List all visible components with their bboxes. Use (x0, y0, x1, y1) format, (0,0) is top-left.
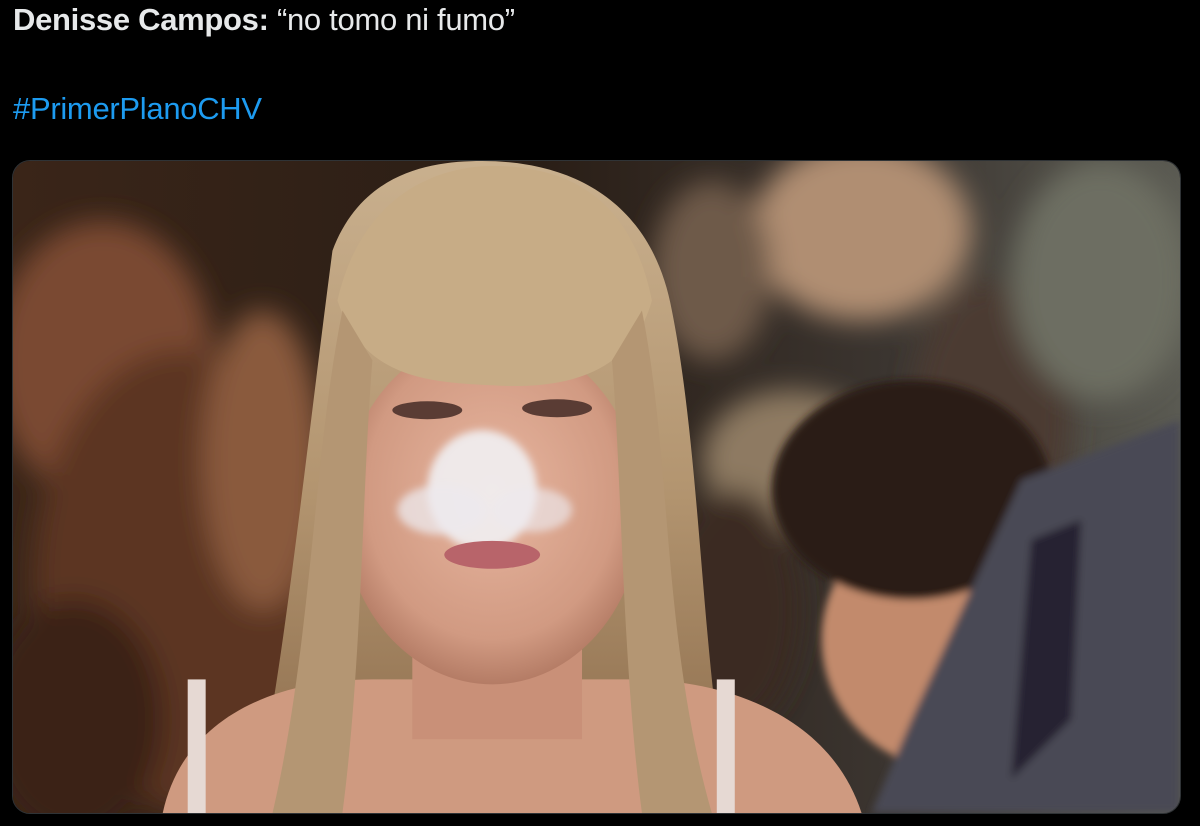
photo-icon (13, 161, 1180, 813)
author-name: Denisse Campos: (13, 2, 269, 37)
tweet-first-line: Denisse Campos: “no tomo ni fumo” (13, 0, 1183, 40)
tweet-media-photo[interactable] (12, 160, 1181, 814)
line-break (13, 40, 1183, 89)
quote-text: “no tomo ni fumo” (276, 2, 515, 37)
tweet-text: Denisse Campos: “no tomo ni fumo” #Prime… (13, 0, 1183, 129)
hashtag-link[interactable]: #PrimerPlanoCHV (13, 89, 262, 129)
